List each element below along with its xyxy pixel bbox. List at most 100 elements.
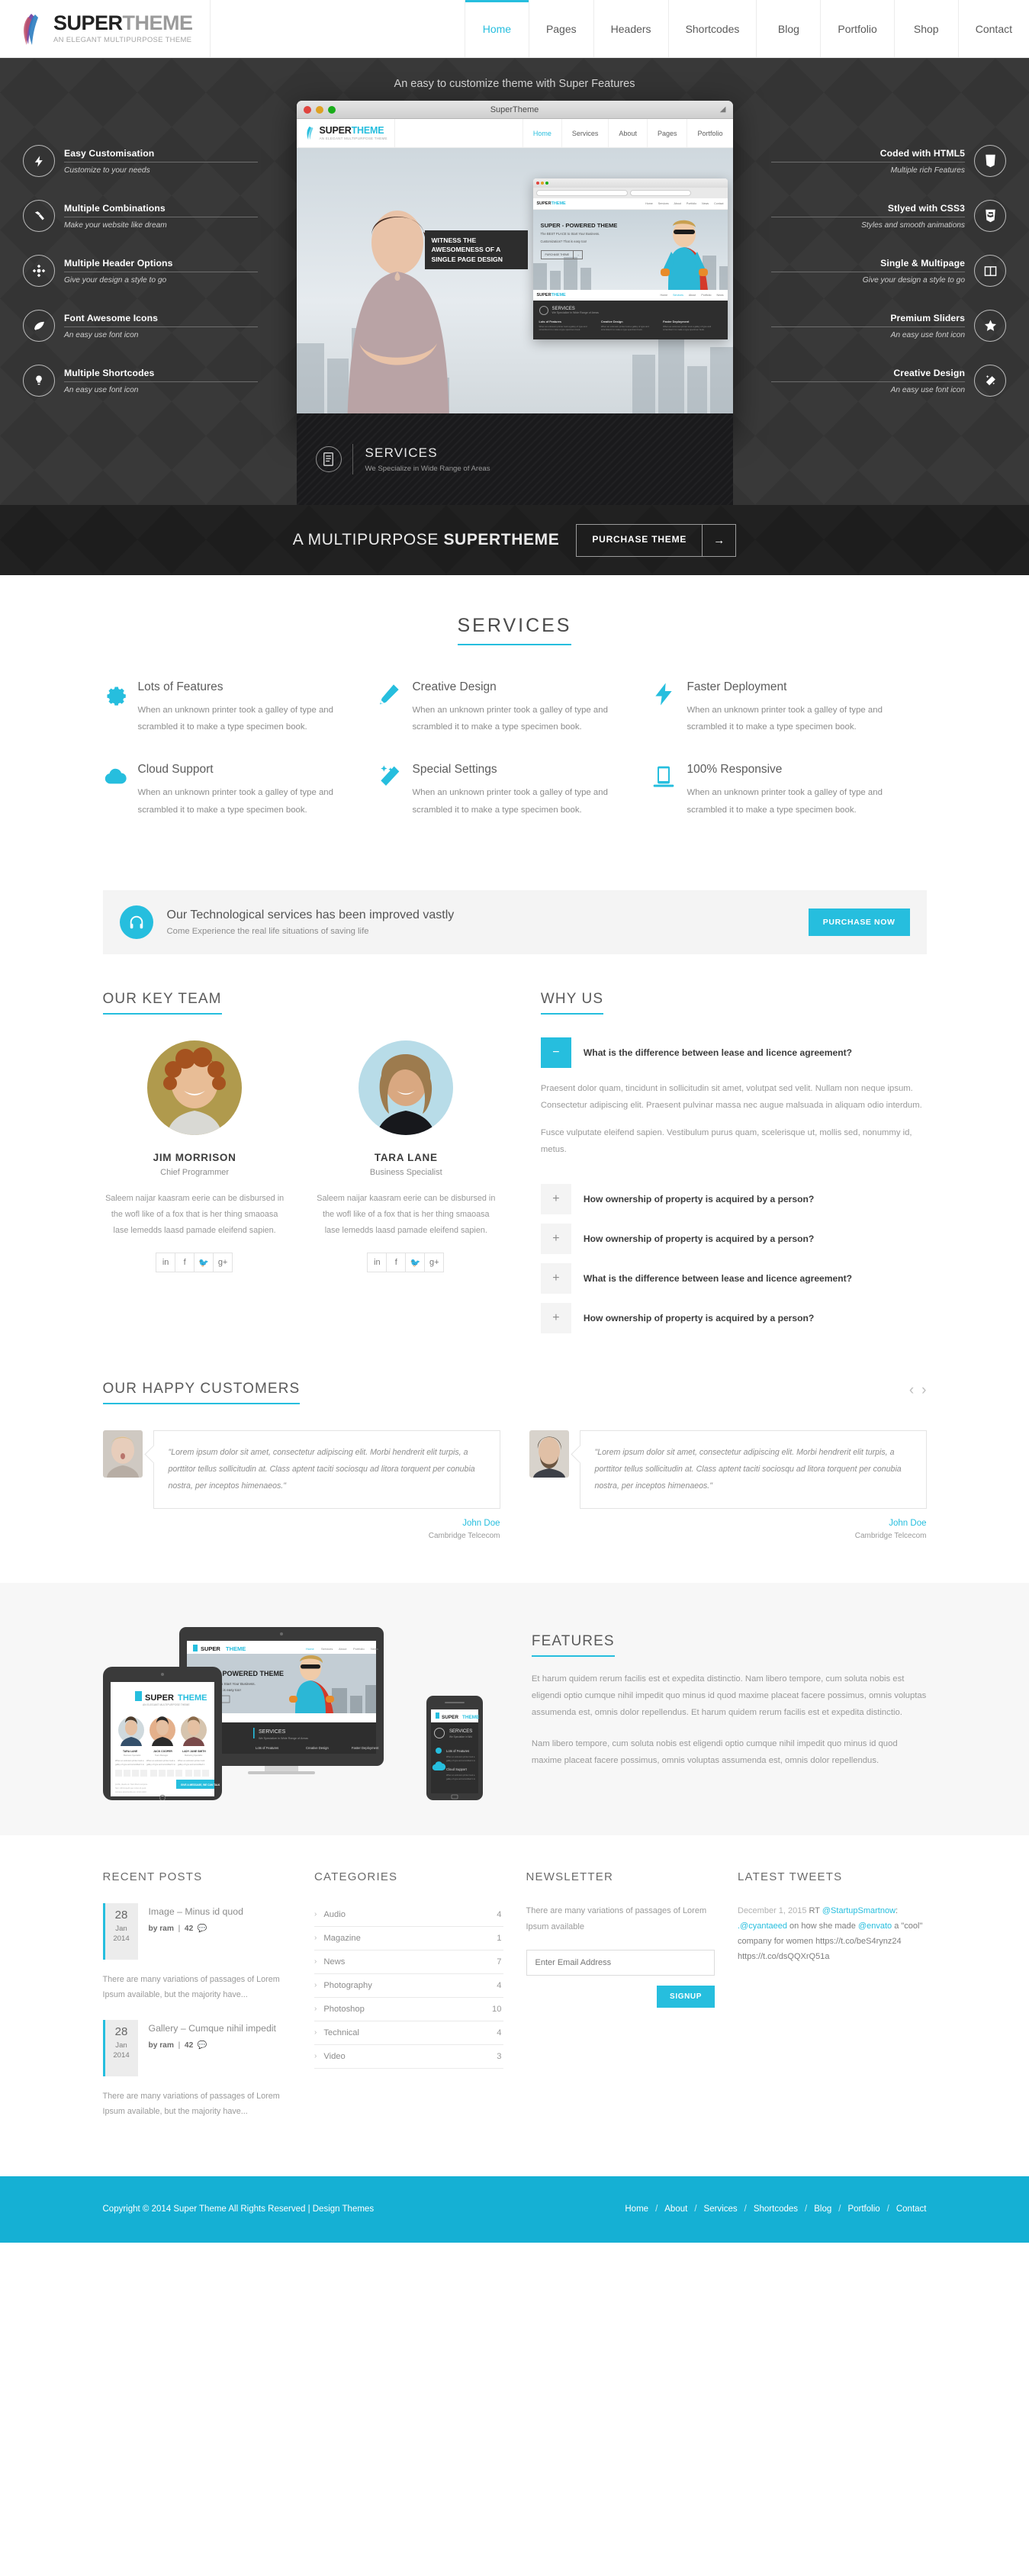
accordion-item[interactable]: + How ownership of property is acquired … xyxy=(540,1303,927,1333)
accordion-item[interactable]: + How ownership of property is acquired … xyxy=(540,1184,927,1214)
footer-nav-portfolio[interactable]: Portfolio xyxy=(847,2205,879,2214)
features-text-column: FEATURES Et harum quidem rerum facilis e… xyxy=(531,1613,927,1770)
inner-nav-home[interactable]: Home xyxy=(645,202,653,205)
footer-nav-home[interactable]: Home xyxy=(625,2205,648,2214)
widget-title-categories: CATEGORIES xyxy=(314,1870,398,1883)
google-plus-icon[interactable]: g+ xyxy=(213,1253,233,1273)
hero-feature-item[interactable]: Multiple Shortcodes An easy use font ico… xyxy=(23,354,267,407)
footer-nav-shortcodes[interactable]: Shortcodes xyxy=(754,2205,798,2214)
search-field[interactable] xyxy=(629,190,691,196)
svg-text:Lots of Features: Lots of Features xyxy=(446,1749,469,1753)
linkedin-icon[interactable]: in xyxy=(367,1253,387,1273)
tweet-handle[interactable]: .@cyantaeed xyxy=(738,1922,787,1931)
hero-feature-item[interactable]: Font Awesome Icons An easy use font icon xyxy=(23,299,267,352)
section-title-team: OUR KEY TEAM xyxy=(102,991,222,1015)
hero-feature-item[interactable]: Creative Design An easy use font icon xyxy=(762,354,1006,407)
hero-feature-item[interactable]: Coded with HTML5 Multiple rich Features xyxy=(762,134,1006,188)
nav-item-blog[interactable]: Blog xyxy=(756,0,820,57)
post-day: 28 xyxy=(114,1908,128,1922)
mock-nav-about[interactable]: About xyxy=(608,119,647,147)
purchase-theme-button[interactable]: PURCHASE THEME → xyxy=(576,523,737,557)
inner2-nav-services[interactable]: Services xyxy=(673,294,683,297)
inner-nav-services[interactable]: Services xyxy=(658,202,669,205)
hero-feature-item[interactable]: Premium Sliders An easy use font icon xyxy=(762,299,1006,352)
category-item[interactable]: › Technical 4 xyxy=(314,2021,503,2045)
chevron-left-icon[interactable]: ‹ xyxy=(909,1382,914,1399)
service-title: 100% Responsive xyxy=(687,763,783,777)
facebook-icon[interactable]: f xyxy=(386,1253,407,1273)
purchase-now-button[interactable]: PURCHASE NOW xyxy=(808,908,910,936)
signup-button[interactable]: SIGNUP xyxy=(657,1985,715,2008)
category-item[interactable]: › Video 3 xyxy=(314,2045,503,2069)
email-field[interactable] xyxy=(526,1949,715,1976)
category-item[interactable]: › Photography 4 xyxy=(314,1974,503,1998)
twitter-icon[interactable]: 🐦 xyxy=(194,1253,214,1273)
maximize-icon[interactable] xyxy=(545,182,548,185)
address-field[interactable] xyxy=(535,190,628,196)
inner2-nav-news[interactable]: News xyxy=(717,294,724,297)
facebook-icon[interactable]: f xyxy=(175,1253,195,1273)
inner-purchase-button[interactable]: PURCHASE THEME → xyxy=(540,249,584,259)
hero-feature-item[interactable]: Easy Customisation Customize to your nee… xyxy=(23,134,267,188)
testimonial-name[interactable]: John Doe xyxy=(153,1519,500,1528)
category-item[interactable]: › Audio 4 xyxy=(314,1903,503,1927)
logo[interactable]: SUPERTHEME AN ELEGANT MULTIPURPOSE THEME xyxy=(0,0,211,57)
inner-nav-portfolio[interactable]: Portfolio xyxy=(687,202,696,205)
testimonials-header: OUR HAPPY CUSTOMERS ‹ › xyxy=(102,1381,927,1404)
category-item[interactable]: › Magazine 1 xyxy=(314,1927,503,1950)
hero-feature-item[interactable]: Single & Multipage Give your design a st… xyxy=(762,244,1006,297)
nav-item-shop[interactable]: Shop xyxy=(893,0,958,57)
tweet-mid: on how she made xyxy=(787,1921,858,1931)
nav-item-headers[interactable]: Headers xyxy=(593,0,668,57)
testimonial-name[interactable]: John Doe xyxy=(580,1519,926,1528)
inner-nav-news[interactable]: News xyxy=(702,202,709,205)
footer-nav-blog[interactable]: Blog xyxy=(814,2205,831,2214)
mock-nav-portfolio[interactable]: Portfolio xyxy=(687,119,732,147)
nav-item-contact[interactable]: Contact xyxy=(957,0,1029,57)
twitter-icon[interactable]: 🐦 xyxy=(405,1253,426,1273)
accordion-item-open[interactable]: − What is the difference between lease a… xyxy=(540,1037,927,1068)
nav-item-home[interactable]: Home xyxy=(464,0,529,57)
nav-item-shortcodes[interactable]: Shortcodes xyxy=(667,0,757,57)
category-item[interactable]: › Photoshop 10 xyxy=(314,1998,503,2021)
team-photo-illustration xyxy=(359,1040,454,1135)
inner-service-card: Creative Design When an unknown printer … xyxy=(601,320,659,332)
accordion-item[interactable]: + What is the difference between lease a… xyxy=(540,1263,927,1294)
accordion-item[interactable]: + How ownership of property is acquired … xyxy=(540,1224,927,1254)
footer-nav-contact[interactable]: Contact xyxy=(896,2205,927,2214)
inner-nav-about[interactable]: About xyxy=(674,202,681,205)
tweet-handle[interactable]: @envato xyxy=(858,1922,892,1931)
inner2-nav-portfolio[interactable]: Portfolio xyxy=(701,294,711,297)
mock-nav-home[interactable]: Home xyxy=(522,119,561,147)
close-icon[interactable] xyxy=(535,182,539,185)
nav-item-portfolio[interactable]: Portfolio xyxy=(820,0,893,57)
hero-feature-item[interactable]: Stlyed with CSS3 Styles and smooth anima… xyxy=(762,189,1006,243)
inner2-nav-home[interactable]: Home xyxy=(661,294,668,297)
category-item[interactable]: › News 7 xyxy=(314,1950,503,1974)
footer-nav-services[interactable]: Services xyxy=(704,2205,738,2214)
svg-text:Team Manager: Team Manager xyxy=(155,1754,168,1757)
google-plus-icon[interactable]: g+ xyxy=(424,1253,445,1273)
post-title-link[interactable]: Image – Minus id quod xyxy=(149,1905,243,1919)
tweet-link[interactable]: https://t.co/beS4rynz24 xyxy=(815,1937,902,1946)
minimize-icon[interactable] xyxy=(540,182,544,185)
inner-nav-contact[interactable]: Contact xyxy=(714,202,723,205)
chevron-right-icon[interactable]: › xyxy=(921,1382,926,1399)
hero-feature-item[interactable]: Multiple Combinations Make your website … xyxy=(23,189,267,243)
inner-site-header: SUPERTHEME Home Services About Portfolio… xyxy=(532,198,728,210)
footer-nav-about[interactable]: About xyxy=(664,2205,687,2214)
brand-logo-icon xyxy=(305,126,315,140)
inner-services-block: SERVICES We Specialize in Wide Range of … xyxy=(532,301,728,339)
mock-nav-services[interactable]: Services xyxy=(561,119,609,147)
tweet-handle[interactable]: @StartupSmartnow xyxy=(822,1906,896,1915)
team-why-section: OUR KEY TEAM JIM MORRISON Chief Programm… xyxy=(0,991,1029,1381)
nav-item-pages[interactable]: Pages xyxy=(528,0,593,57)
mock-nav-pages[interactable]: Pages xyxy=(646,119,687,147)
hero-feature-item[interactable]: Multiple Header Options Give your design… xyxy=(23,244,267,297)
post-title-link[interactable]: Gallery – Cumque nihil impedit xyxy=(149,2022,276,2036)
tweet-link[interactable]: https://t.co/dsQQXrQ51a xyxy=(738,1952,829,1961)
features-title-wrap: FEATURES xyxy=(531,1633,927,1657)
svg-text:About: About xyxy=(339,1647,347,1651)
inner2-nav-about[interactable]: About xyxy=(689,294,696,297)
linkedin-icon[interactable]: in xyxy=(156,1253,176,1273)
